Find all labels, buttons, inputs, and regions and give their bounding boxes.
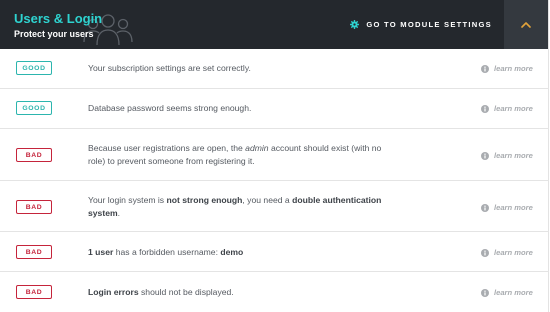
info-icon [481, 203, 489, 212]
audit-message: Because user registrations are open, the… [88, 143, 382, 166]
learn-more-label: learn more [494, 288, 533, 297]
audit-message: Login errors should not be displayed. [88, 287, 234, 297]
gear-icon [350, 20, 360, 29]
header-titles: Users & Login Protect your users [0, 10, 102, 40]
learn-more-link[interactable]: learn more [481, 203, 533, 212]
learn-more-link[interactable]: learn more [481, 248, 533, 257]
status-badge: BAD [16, 148, 52, 162]
info-icon [481, 151, 489, 160]
audit-results-list: GOOD Your subscription settings are set … [0, 49, 549, 312]
status-badge: GOOD [16, 61, 52, 75]
info-icon [481, 248, 489, 257]
panel-title: Users & Login [14, 10, 103, 26]
audit-message: Your subscription settings are set corre… [88, 63, 251, 73]
learn-more-label: learn more [494, 151, 533, 160]
status-badge: BAD [16, 285, 52, 299]
panel-subtitle: Protect your users [14, 28, 94, 39]
collapse-panel-button[interactable] [504, 0, 548, 49]
learn-more-link[interactable]: learn more [481, 151, 533, 160]
audit-row: GOOD Database password seems strong enou… [0, 89, 549, 129]
audit-row: BAD 1 user has a forbidden username: dem… [0, 232, 549, 272]
learn-more-link[interactable]: learn more [481, 288, 533, 297]
go-to-module-settings-button[interactable]: GO TO MODULE SETTINGS [350, 0, 492, 49]
learn-more-link[interactable]: learn more [481, 64, 533, 73]
status-badge: GOOD [16, 101, 52, 115]
info-icon [481, 104, 489, 113]
chevron-up-icon [521, 22, 531, 28]
audit-row: BAD Login errors should not be displayed… [0, 272, 549, 312]
audit-message: Your login system is not strong enough, … [88, 195, 382, 218]
audit-row: GOOD Your subscription settings are set … [0, 49, 549, 89]
learn-more-label: learn more [494, 203, 533, 212]
info-icon [481, 288, 489, 297]
panel-header: Users & Login Protect your users GO TO M… [0, 0, 548, 49]
module-settings-label: GO TO MODULE SETTINGS [366, 20, 492, 29]
info-icon [481, 64, 489, 73]
learn-more-label: learn more [494, 248, 533, 257]
learn-more-label: learn more [494, 64, 533, 73]
audit-row: BAD Because user registrations are open,… [0, 129, 549, 181]
audit-row: BAD Your login system is not strong enou… [0, 181, 549, 232]
learn-more-link[interactable]: learn more [481, 104, 533, 113]
status-badge: BAD [16, 200, 52, 214]
users-login-panel: Users & Login Protect your users GO TO M… [0, 0, 549, 312]
learn-more-label: learn more [494, 104, 533, 113]
status-badge: BAD [16, 245, 52, 259]
audit-message: Database password seems strong enough. [88, 103, 252, 113]
audit-message: 1 user has a forbidden username: demo [88, 247, 244, 257]
